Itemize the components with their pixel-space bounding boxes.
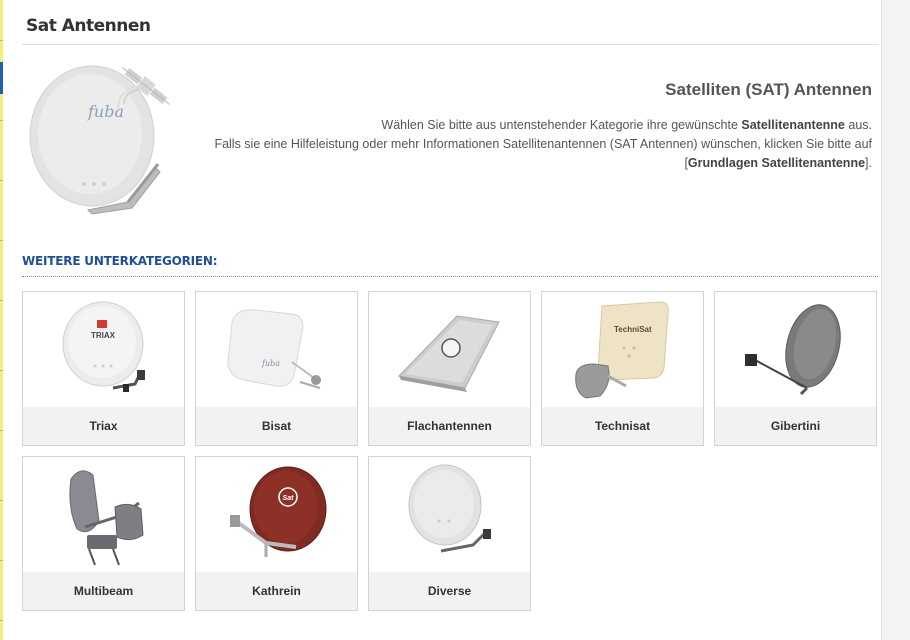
subcategory-label[interactable]: Technisat <box>542 407 703 445</box>
subcategory-card-bisat[interactable]: fuba Bisat <box>195 291 358 446</box>
svg-text:TRIAX: TRIAX <box>91 331 116 340</box>
intro-text-block: Satelliten (SAT) Antennen Wählen Sie bit… <box>182 80 872 173</box>
subcategory-card-kathrein[interactable]: Sat Kathrein <box>195 456 358 611</box>
subcategory-label[interactable]: Flachantennen <box>369 407 530 445</box>
multibeam-dish-icon <box>69 470 144 566</box>
diverse-dish-icon <box>408 464 491 553</box>
left-edge-mark <box>0 40 3 41</box>
left-edge-mark <box>0 560 3 561</box>
bisat-dish-icon: fuba <box>227 309 321 389</box>
subcategory-label[interactable]: Gibertini <box>715 407 876 445</box>
intro-text-bold: Satellitenantenne <box>741 118 845 132</box>
subcategory-label[interactable]: Multibeam <box>23 572 184 610</box>
page-title: Sat Antennen <box>26 16 151 36</box>
intro-text: aus. <box>844 118 872 132</box>
svg-text:Sat: Sat <box>283 495 295 502</box>
intro-paragraph: Wählen Sie bitte aus untenstehender Kate… <box>182 116 872 173</box>
subcategory-card-multibeam[interactable]: Multibeam <box>22 456 185 611</box>
intro-text: Wählen Sie bitte aus untenstehender Kate… <box>381 118 742 132</box>
left-edge-strip <box>0 0 3 640</box>
flat-antenna-icon <box>397 315 500 392</box>
subcategory-card-diverse[interactable]: Diverse <box>368 456 531 611</box>
left-edge-mark <box>0 180 3 181</box>
subcategory-label[interactable]: Bisat <box>196 407 357 445</box>
gibertini-dish-icon <box>745 304 841 396</box>
subcategory-card-technisat[interactable]: TechniSat Technisat <box>541 291 704 446</box>
subcategory-label[interactable]: Triax <box>23 407 184 445</box>
left-edge-mark <box>0 120 3 121</box>
subcategory-card-flachantennen[interactable]: Flachantennen <box>368 291 531 446</box>
subcategories-divider <box>22 276 878 277</box>
right-sidebar-panel <box>881 0 910 640</box>
subcategory-card-triax[interactable]: TRIAX Triax <box>22 291 185 446</box>
left-edge-mark <box>0 620 3 621</box>
kathrein-dish-icon: Sat <box>230 466 327 557</box>
subcategories-heading: WEITERE UNTERKATEGORIEN: <box>22 254 218 268</box>
left-edge-mark <box>0 370 3 371</box>
technisat-dish-icon: TechniSat <box>575 301 669 399</box>
subcategory-card-gibertini[interactable]: Gibertini <box>714 291 877 446</box>
svg-text:TechniSat: TechniSat <box>614 325 652 334</box>
triax-dish-icon: TRIAX <box>62 301 145 392</box>
intro-heading: Satelliten (SAT) Antennen <box>665 80 872 99</box>
intro-text: ]. <box>865 156 872 170</box>
svg-text:fuba: fuba <box>261 359 280 368</box>
left-edge-mark <box>0 430 3 431</box>
satellite-dish-hero-icon: fuba <box>29 65 170 215</box>
grundlagen-link[interactable]: Grundlagen Satellitenantenne <box>688 156 865 170</box>
left-edge-mark <box>0 500 3 501</box>
subcategory-label[interactable]: Diverse <box>369 572 530 610</box>
left-edge-mark <box>0 240 3 241</box>
title-divider <box>22 44 878 45</box>
subcategory-label[interactable]: Kathrein <box>196 572 357 610</box>
left-edge-mark <box>0 300 3 301</box>
left-edge-accent <box>0 62 3 94</box>
